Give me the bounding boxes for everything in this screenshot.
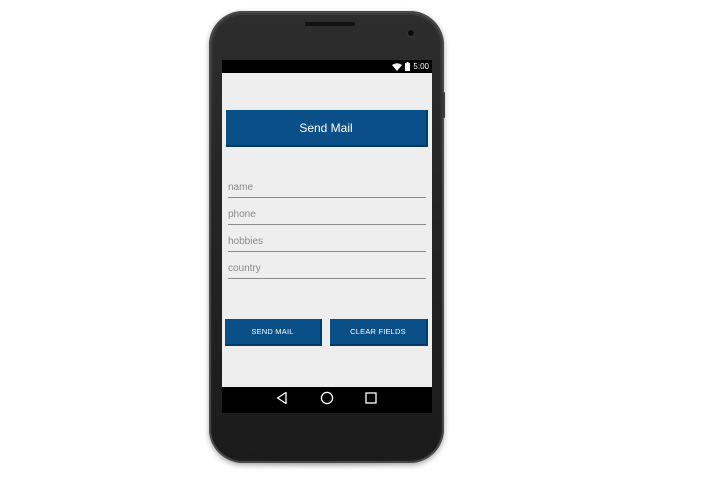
hobbies-input[interactable]: [228, 233, 426, 250]
home-button[interactable]: [318, 391, 336, 409]
send-mail-title-button[interactable]: Send Mail: [226, 110, 428, 147]
stage: 5:00 Send Mail SEND MAIL CLEAR FIELDS: [0, 0, 702, 478]
name-field-wrapper: [228, 179, 426, 198]
back-button[interactable]: [273, 391, 291, 409]
battery-icon: [405, 62, 411, 71]
clear-fields-button[interactable]: CLEAR FIELDS: [330, 319, 428, 346]
status-icons: 5:00: [392, 61, 429, 72]
phone-field-wrapper: [228, 206, 426, 225]
nav-bar: [222, 387, 432, 413]
front-camera: [408, 30, 414, 36]
status-bar: 5:00: [222, 60, 432, 73]
send-mail-button[interactable]: SEND MAIL: [225, 319, 322, 346]
status-time: 5:00: [413, 62, 429, 71]
earpiece: [305, 22, 355, 26]
country-field-wrapper: [228, 260, 426, 279]
wifi-icon: [392, 62, 403, 71]
country-input[interactable]: [228, 260, 426, 277]
back-icon: [275, 391, 289, 410]
phone-input[interactable]: [228, 206, 426, 223]
recents-icon: [364, 391, 378, 410]
app-screen: 5:00 Send Mail SEND MAIL CLEAR FIELDS: [222, 60, 432, 413]
home-icon: [320, 391, 334, 410]
name-input[interactable]: [228, 179, 426, 196]
recents-button[interactable]: [362, 391, 380, 409]
hobbies-field-wrapper: [228, 233, 426, 252]
power-button[interactable]: [442, 92, 445, 118]
